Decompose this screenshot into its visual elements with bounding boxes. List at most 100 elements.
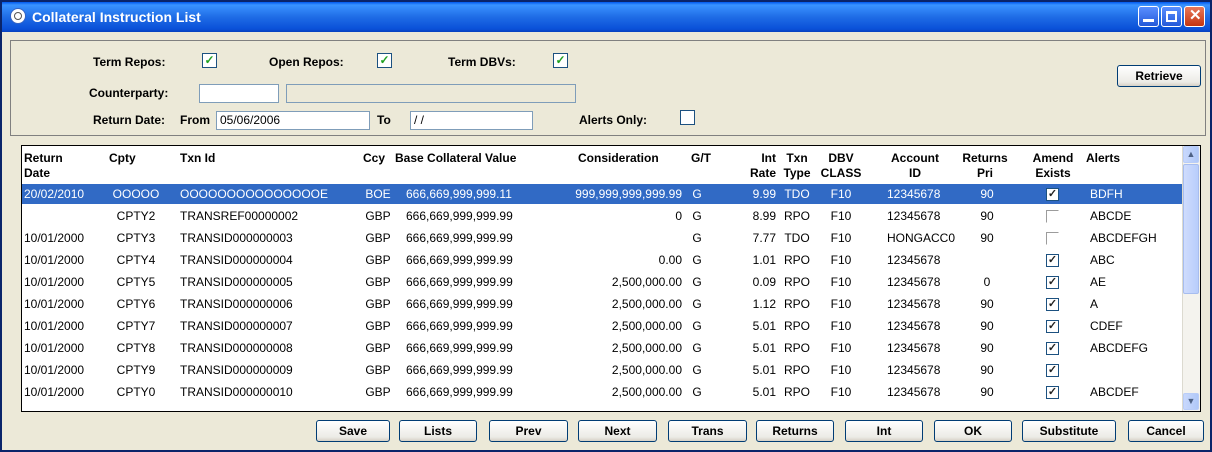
amend-exists-checkbox[interactable]: ✓ <box>1046 254 1059 267</box>
cell-return-date: 10/01/2000 <box>24 275 85 289</box>
collateral-instruction-window: Collateral Instruction List ✕ Term Repos… <box>0 0 1212 452</box>
cell-dbv-class: F10 <box>830 253 852 267</box>
cell-base-collateral-value: 666,669,999,999.99 <box>406 319 513 333</box>
cell-alerts: ABC <box>1090 253 1115 267</box>
header-cpty: Cpty <box>109 151 136 165</box>
scroll-down-icon[interactable]: ▼ <box>1183 393 1199 410</box>
amend-exists-checkbox[interactable]: ✓ <box>1046 364 1059 377</box>
cell-ccy: GBP <box>365 385 391 399</box>
ok-button[interactable]: OK <box>934 420 1012 442</box>
cell-base-collateral-value: 666,669,999,999.99 <box>406 297 513 311</box>
table-row[interactable]: 10/01/2000 CPTY5 TRANSID000000005 GBP 666,66… <box>22 272 1182 292</box>
term-dbvs-checkbox[interactable]: ✓ <box>553 53 568 68</box>
cell-ccy: GBP <box>365 253 391 267</box>
cell-return-date: 10/01/2000 <box>24 253 85 267</box>
amend-exists-checkbox[interactable]: ✓ <box>1046 342 1059 355</box>
header-return-date: Return Date <box>24 151 63 180</box>
vertical-scrollbar[interactable]: ▲ ▼ <box>1182 146 1200 411</box>
alerts-only-checkbox[interactable] <box>680 110 695 125</box>
cell-int-rate: 8.99 <box>752 209 776 223</box>
cell-consideration: 0 <box>675 209 682 223</box>
cell-txn-type: RPO <box>783 209 810 223</box>
cell-cpty: CPTY9 <box>116 363 156 377</box>
cell-alerts: A <box>1090 297 1099 311</box>
table-row[interactable]: 20/02/2010 OOOOO OOOOOOOOOOOOOOOE BOE 666,66… <box>22 184 1182 204</box>
amend-exists-checkbox[interactable]: ✓ <box>1046 320 1059 333</box>
cell-int-rate: 1.12 <box>752 297 776 311</box>
int-button[interactable]: Int <box>845 420 923 442</box>
cell-account-id: 12345678 <box>887 297 941 311</box>
returns-button[interactable]: Returns <box>756 420 834 442</box>
amend-exists-checkbox[interactable] <box>1046 210 1059 223</box>
cell-txn-id: TRANSID000000006 <box>180 297 293 311</box>
to-date-input[interactable]: / / <box>410 111 533 130</box>
filter-panel: Term Repos: ✓ Open Repos: ✓ Term DBVs: ✓… <box>10 40 1206 136</box>
lists-button[interactable]: Lists <box>399 420 477 442</box>
term-dbvs-label: Term DBVs: <box>448 55 516 69</box>
close-button[interactable]: ✕ <box>1184 6 1205 27</box>
cell-account-id: 12345678 <box>887 363 941 377</box>
table-row[interactable]: 10/01/2000 CPTY4 TRANSID000000004 GBP 666,66… <box>22 250 1182 270</box>
cell-returns-pri: 90 <box>980 385 994 399</box>
cell-txn-id: TRANSID000000004 <box>180 253 293 267</box>
table-row[interactable]: 10/01/2000 CPTY0 TRANSID000000010 GBP 666,66… <box>22 382 1182 402</box>
counterparty-name-field <box>286 84 576 103</box>
minimize-button[interactable] <box>1138 6 1159 27</box>
cell-ccy: BOE <box>365 187 391 201</box>
amend-exists-checkbox[interactable]: ✓ <box>1046 276 1059 289</box>
retrieve-button[interactable]: Retrieve <box>1117 65 1201 87</box>
open-repos-checkbox[interactable]: ✓ <box>377 53 392 68</box>
cell-returns-pri: 90 <box>980 341 994 355</box>
cell-int-rate: 5.01 <box>752 341 776 355</box>
window-title: Collateral Instruction List <box>32 9 201 25</box>
cancel-button[interactable]: Cancel <box>1128 420 1204 442</box>
amend-exists-checkbox[interactable] <box>1046 232 1059 245</box>
header-dbv-class: DBV CLASS <box>820 151 862 180</box>
cell-consideration: 2,500,000.00 <box>611 385 682 399</box>
cell-return-date: 10/01/2000 <box>24 297 85 311</box>
cell-txn-type: TDO <box>784 187 810 201</box>
table-row[interactable]: 10/01/2000 CPTY8 TRANSID000000008 GBP 666,66… <box>22 338 1182 358</box>
amend-exists-checkbox[interactable]: ✓ <box>1046 298 1059 311</box>
cell-account-id: 12345678 <box>887 385 941 399</box>
substitute-button[interactable]: Substitute <box>1022 420 1116 442</box>
maximize-button[interactable] <box>1161 6 1182 27</box>
header-gt: G/T <box>691 151 711 165</box>
trans-button[interactable]: Trans <box>668 420 747 442</box>
cell-ccy: GBP <box>365 341 391 355</box>
cell-account-id: 12345678 <box>887 187 941 201</box>
cell-txn-id: TRANSREF00000002 <box>180 209 299 223</box>
table-row[interactable]: CPTY2 TRANSREF00000002 GBP 666,669,999,999.… <box>22 206 1182 226</box>
cell-account-id: 12345678 <box>887 209 941 223</box>
header-amend-exists: Amend Exists <box>1032 151 1074 180</box>
table-row[interactable]: 10/01/2000 CPTY3 TRANSID000000003 GBP 666,66… <box>22 228 1182 248</box>
cell-account-id: HONGACC0 <box>887 231 956 245</box>
term-repos-checkbox[interactable]: ✓ <box>202 53 217 68</box>
table-row[interactable]: 10/01/2000 CPTY7 TRANSID000000007 GBP 666,66… <box>22 316 1182 336</box>
from-date-input[interactable]: 05/06/2006 <box>216 111 370 130</box>
cell-base-collateral-value: 666,669,999,999.99 <box>406 385 513 399</box>
cell-base-collateral-value: 666,669,999,999.11 <box>406 187 512 201</box>
cell-txn-type: RPO <box>783 385 810 399</box>
table-row[interactable]: 10/01/2000 CPTY6 TRANSID000000006 GBP 666,66… <box>22 294 1182 314</box>
cell-txn-type: RPO <box>783 319 810 333</box>
title-bar: Collateral Instruction List ✕ <box>2 2 1210 32</box>
next-button[interactable]: Next <box>578 420 657 442</box>
cell-base-collateral-value: 666,669,999,999.99 <box>406 209 513 223</box>
table-row[interactable]: 10/01/2000 CPTY9 TRANSID000000009 GBP 666,66… <box>22 360 1182 380</box>
save-button[interactable]: Save <box>316 420 390 442</box>
prev-button[interactable]: Prev <box>489 420 568 442</box>
amend-exists-checkbox[interactable]: ✓ <box>1046 188 1059 201</box>
cell-alerts: CDEF <box>1090 319 1123 333</box>
cell-account-id: 12345678 <box>887 319 941 333</box>
scroll-up-icon[interactable]: ▲ <box>1183 146 1199 163</box>
open-repos-label: Open Repos: <box>269 55 344 69</box>
scroll-thumb[interactable] <box>1183 164 1199 294</box>
counterparty-input[interactable] <box>199 84 279 103</box>
cell-consideration: 2,500,000.00 <box>611 275 682 289</box>
header-alerts: Alerts <box>1086 151 1121 165</box>
cell-gt: G <box>692 209 702 223</box>
cell-txn-id: TRANSID000000009 <box>180 363 293 377</box>
amend-exists-checkbox[interactable]: ✓ <box>1046 386 1059 399</box>
cell-txn-type: RPO <box>783 341 810 355</box>
